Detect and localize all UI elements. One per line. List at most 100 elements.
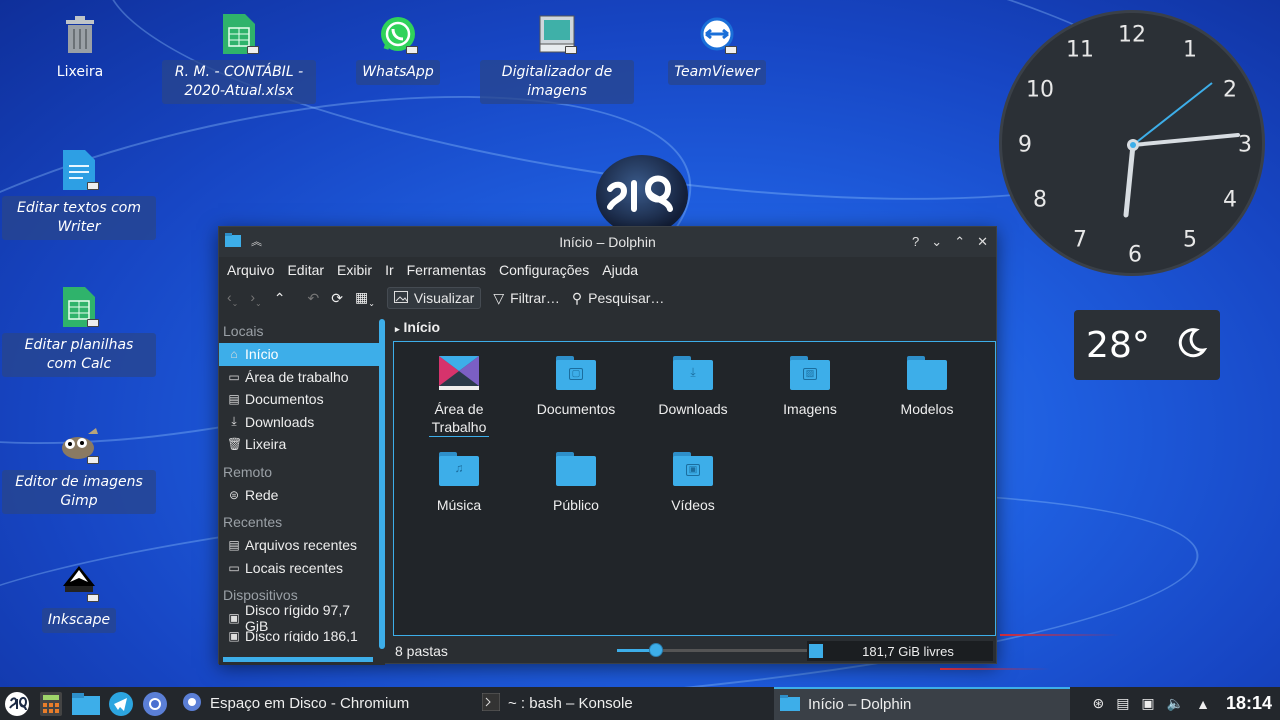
folder-modelos[interactable]: Modelos xyxy=(872,356,982,418)
analog-clock-widget[interactable]: 12 1 2 3 4 5 6 7 8 9 10 11 xyxy=(999,10,1265,276)
maximize-button[interactable]: ⌃ xyxy=(954,234,965,250)
search-button[interactable]: ⚲ Pesquisar… xyxy=(572,290,665,307)
back-icon[interactable]: ‹⌄ xyxy=(227,289,238,308)
menu-configuracoes[interactable]: Configurações xyxy=(499,262,589,278)
link-badge-icon xyxy=(725,46,737,54)
zoom-slider-track[interactable] xyxy=(659,649,809,652)
volume-icon[interactable]: 🔈 xyxy=(1167,695,1184,712)
sidebar-item-downloads[interactable]: ⤓ Downloads xyxy=(219,411,385,434)
wallpaper-red-line xyxy=(1000,634,1120,636)
telegram-icon[interactable] xyxy=(108,687,134,720)
task-konsole[interactable]: ~ : bash – Konsole xyxy=(476,687,766,720)
pictures-folder-icon: ▨ xyxy=(790,356,830,390)
sidebar-scrollbar[interactable] xyxy=(379,319,385,649)
sidebar-hscroll[interactable] xyxy=(223,657,373,662)
folder-imagens[interactable]: ▨ Imagens xyxy=(755,356,865,418)
dolphin-window[interactable]: ︽ Início – Dolphin ? ⌄ ⌃ ✕ Arquivo Edita… xyxy=(218,226,997,665)
clipboard-icon[interactable]: ▤ xyxy=(1116,695,1129,712)
sidebar-item-disco-1[interactable]: ▣ Disco rígido 97,7 GiB xyxy=(219,602,385,634)
folder-musica[interactable]: ♫ Música xyxy=(404,452,514,514)
desktop-icon-calc[interactable]: Editar planilhas com Calc xyxy=(2,285,156,377)
breadcrumb[interactable]: ▸ Início xyxy=(395,319,440,335)
taskbar-clock[interactable]: 18:14 xyxy=(1226,693,1272,714)
drive-icon: ▣ xyxy=(228,611,240,626)
document-icon: ▤ xyxy=(228,392,240,407)
folder-area-de-trabalho[interactable]: Área de Trabalho xyxy=(404,356,514,437)
desktop-icon-inkscape[interactable]: Inkscape xyxy=(40,560,118,633)
whatsapp-icon xyxy=(376,12,420,56)
trash-icon xyxy=(58,12,102,56)
drive-icon: ▣ xyxy=(228,629,240,642)
sidebar-item-arquivos-recentes[interactable]: ▤ Arquivos recentes xyxy=(219,534,385,557)
teamviewer-icon xyxy=(695,12,739,56)
folder-videos[interactable]: ▣ Vídeos xyxy=(638,452,748,514)
menu-arquivo[interactable]: Arquivo xyxy=(227,262,274,278)
app-launcher-icon[interactable] xyxy=(4,687,30,720)
trash-icon: 🗑 xyxy=(227,437,243,452)
task-chromium[interactable]: Espaço em Disco - Chromium xyxy=(176,687,466,720)
weather-widget[interactable]: 28° xyxy=(1074,310,1220,380)
inkscape-icon xyxy=(57,560,101,604)
chromium-launcher-icon[interactable] xyxy=(142,687,168,720)
places-sidebar: Locais ⌂ Início ▭ Área de trabalho ▤ Docume… xyxy=(219,315,385,665)
network-monitor-icon[interactable]: ▣ xyxy=(1141,695,1154,712)
help-button[interactable]: ? xyxy=(912,234,919,250)
tray-expand-icon[interactable]: ▲ xyxy=(1196,696,1210,712)
folder-downloads[interactable]: ⤓ Downloads xyxy=(638,356,748,418)
download-icon: ⤓ xyxy=(231,414,237,429)
sidebar-item-label: Início xyxy=(245,346,279,363)
sidebar-item-rede[interactable]: ⊜ Rede xyxy=(219,484,385,507)
sidebar-item-label: Documentos xyxy=(245,391,324,408)
folder-app-icon[interactable] xyxy=(225,232,241,252)
desktop-icon-whatsapp[interactable]: WhatsApp xyxy=(354,12,442,85)
keep-above-icon[interactable]: ︽ xyxy=(251,233,262,252)
documents-folder-icon: ▢ xyxy=(556,356,596,390)
sidebar-item-label: Downloads xyxy=(245,413,315,430)
sidebar-item-locais-recentes[interactable]: ▭ Locais recentes xyxy=(219,557,385,580)
view-mode-icon[interactable]: ▦⌄ xyxy=(355,289,375,308)
system-tray: ⊛ ▤ ▣ 🔈 ▲ 18:14 xyxy=(1092,687,1272,720)
videos-folder-icon: ▣ xyxy=(673,452,713,486)
sidebar-item-lixeira[interactable]: 🗑 Lixeira xyxy=(219,433,385,456)
desktop-icon-gimp[interactable]: Editor de imagens Gimp xyxy=(2,422,156,514)
sidebar-section-title: Remoto xyxy=(223,463,273,480)
filter-button[interactable]: ▽ Filtrar… xyxy=(493,290,560,307)
moon-icon xyxy=(1174,326,1208,364)
free-space-bar xyxy=(809,644,823,658)
sidebar-item-inicio[interactable]: ⌂ Início xyxy=(219,343,385,366)
desktop-icon-label: TeamViewer xyxy=(668,60,766,85)
up-icon[interactable]: ⌃ xyxy=(274,290,286,307)
sidebar-item-label: Área de trabalho xyxy=(245,368,349,385)
close-button[interactable]: ✕ xyxy=(977,234,988,250)
task-label: Espaço em Disco - Chromium xyxy=(210,695,410,712)
desktop-icon-teamviewer[interactable]: TeamViewer xyxy=(668,12,766,85)
folder-documentos[interactable]: ▢ Documentos xyxy=(521,356,631,418)
sidebar-item-area-de-trabalho[interactable]: ▭ Área de trabalho xyxy=(219,366,385,389)
preview-button[interactable]: Visualizar xyxy=(386,287,482,309)
sidebar-item-documentos[interactable]: ▤ Documentos xyxy=(219,388,385,411)
desktop-icon-writer[interactable]: Editar textos com Writer xyxy=(2,148,156,240)
dolphin-launcher-icon[interactable] xyxy=(72,687,100,720)
update-icon[interactable]: ⊛ xyxy=(1092,695,1104,712)
zoom-slider-handle[interactable] xyxy=(649,643,663,657)
folder-publico[interactable]: Público xyxy=(521,452,631,514)
desktop-icon-label: WhatsApp xyxy=(356,60,440,85)
menu-ferramentas[interactable]: Ferramentas xyxy=(407,262,486,278)
desktop-icon-scanner[interactable]: Digitalizador de imagens xyxy=(480,12,634,104)
calculator-icon[interactable] xyxy=(40,687,62,720)
task-dolphin[interactable]: Início – Dolphin xyxy=(774,687,1070,720)
undo-icon[interactable]: ↶ xyxy=(307,290,319,307)
file-view[interactable]: Área de Trabalho ▢ Documentos ⤓ Download… xyxy=(393,341,996,636)
desktop-icon-lixeira[interactable]: Lixeira xyxy=(50,12,110,85)
desktop-icon-xlsx[interactable]: R. M. - CONTÁBIL - 2020-Atual.xlsx xyxy=(162,12,316,104)
window-titlebar[interactable]: ︽ Início – Dolphin ? ⌄ ⌃ ✕ xyxy=(219,227,996,257)
menu-ajuda[interactable]: Ajuda xyxy=(602,262,638,278)
menu-editar[interactable]: Editar xyxy=(287,262,324,278)
menu-ir[interactable]: Ir xyxy=(385,262,394,278)
minimize-button[interactable]: ⌄ xyxy=(931,234,942,250)
music-folder-icon: ♫ xyxy=(439,452,479,486)
menu-exibir[interactable]: Exibir xyxy=(337,262,372,278)
reload-icon[interactable]: ⟳ xyxy=(331,290,343,307)
forward-icon[interactable]: ›⌄ xyxy=(250,289,261,308)
free-space-indicator[interactable]: 181,7 GiB livres xyxy=(807,641,993,661)
